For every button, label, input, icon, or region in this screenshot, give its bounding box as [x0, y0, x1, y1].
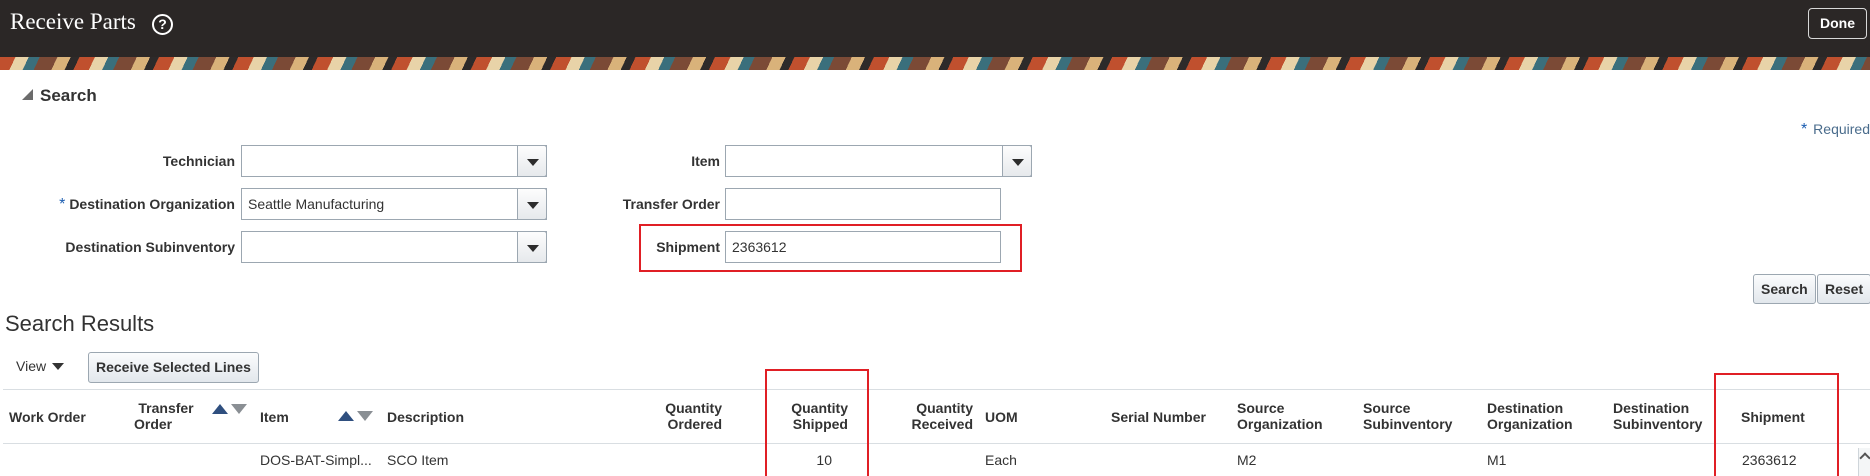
column-header-destination-organization[interactable]: Destination Organization [1487, 400, 1573, 432]
cell-description: SCO Item [387, 452, 449, 468]
column-header-transfer-order[interactable]: Transfer Order [134, 400, 198, 432]
column-header-source-organization[interactable]: Source Organization [1237, 400, 1323, 432]
destination-subinventory-dropdown-button[interactable] [517, 231, 547, 263]
transfer-order-sort-icons[interactable] [212, 402, 247, 416]
column-header-transfer-order-line1: Transfer [138, 400, 194, 416]
search-section-header[interactable]: Search [22, 86, 97, 106]
column-header-quantity-shipped[interactable]: Quantity Shipped [766, 400, 848, 432]
column-header-transfer-order-line2: Order [134, 416, 173, 432]
destination-organization-value: Seattle Manufacturing [248, 196, 385, 212]
view-menu-label: View [16, 358, 47, 374]
column-header-quantity-shipped-line2: Shipped [792, 416, 848, 432]
chevron-down-icon [52, 363, 65, 370]
column-header-source-organization-line2: Organization [1237, 416, 1323, 432]
column-header-serial-number[interactable]: Serial Number [1111, 409, 1206, 425]
destination-subinventory-combobox[interactable] [241, 231, 547, 263]
shipment-label: Shipment [656, 239, 720, 255]
column-header-source-subinventory-line1: Source [1363, 400, 1411, 416]
column-header-destination-subinventory-line1: Destination [1613, 400, 1690, 416]
column-header-quantity-received-line1: Quantity [916, 400, 973, 416]
column-header-quantity-received-line2: Received [911, 416, 973, 432]
cell-quantity-shipped: 10 [816, 452, 832, 468]
destination-organization-label-text: Destination Organization [69, 196, 235, 212]
destination-subinventory-label: Destination Subinventory [65, 239, 235, 255]
sort-descending-icon[interactable] [231, 404, 247, 414]
reset-button[interactable]: Reset [1817, 274, 1870, 304]
column-header-quantity-ordered[interactable]: Quantity Ordered [640, 400, 722, 432]
cell-destination-organization: M1 [1487, 452, 1507, 468]
column-header-quantity-ordered-line1: Quantity [665, 400, 722, 416]
column-header-quantity-ordered-line2: Ordered [667, 416, 722, 432]
sort-ascending-icon[interactable] [338, 411, 354, 421]
column-header-destination-subinventory[interactable]: Destination Subinventory [1613, 400, 1702, 432]
column-header-destination-subinventory-line2: Subinventory [1613, 416, 1703, 432]
column-header-destination-organization-line1: Destination [1487, 400, 1564, 416]
sort-descending-icon[interactable] [357, 411, 373, 421]
column-header-source-organization-line1: Source [1237, 400, 1285, 416]
shipment-input[interactable]: 2363612 [725, 231, 1001, 263]
required-marker: * [1800, 121, 1808, 138]
required-note-text: Required [1813, 121, 1870, 137]
column-header-source-subinventory[interactable]: Source Subinventory [1363, 400, 1452, 432]
search-button[interactable]: Search [1753, 274, 1816, 304]
technician-dropdown-button[interactable] [517, 145, 547, 177]
scroll-up-arrow-icon[interactable] [1858, 448, 1870, 476]
column-header-quantity-shipped-line1: Quantity [791, 400, 848, 416]
column-header-work-order[interactable]: Work Order [9, 409, 86, 425]
column-header-item[interactable]: Item [260, 409, 289, 425]
transfer-order-input[interactable] [725, 188, 1001, 220]
cell-shipment: 2363612 [1742, 452, 1797, 468]
item-label: Item [691, 153, 720, 169]
required-star-icon: * [59, 196, 66, 213]
view-menu[interactable]: View [16, 358, 65, 374]
column-header-description[interactable]: Description [387, 409, 464, 425]
page-header: Receive Parts ? Done [0, 0, 1870, 57]
column-header-destination-organization-line2: Organization [1487, 416, 1573, 432]
table-top-border [3, 389, 1870, 390]
page-title: Receive Parts [10, 9, 136, 34]
cell-source-organization: M2 [1237, 452, 1257, 468]
technician-combobox[interactable] [241, 145, 547, 177]
search-results-title: Search Results [5, 311, 155, 336]
item-combobox[interactable] [725, 145, 1032, 177]
cell-uom: Each [985, 452, 1017, 468]
required-note: * Required [1801, 121, 1870, 139]
item-sort-icons[interactable] [338, 409, 373, 423]
collapse-triangle-icon[interactable] [22, 89, 33, 100]
technician-label: Technician [162, 153, 235, 169]
destination-organization-combobox[interactable]: Seattle Manufacturing [241, 188, 547, 220]
column-header-quantity-received[interactable]: Quantity Received [891, 400, 973, 432]
column-header-source-subinventory-line2: Subinventory [1363, 416, 1453, 432]
receive-selected-lines-button[interactable]: Receive Selected Lines [88, 352, 259, 383]
cell-item: DOS-BAT-Simpl... [260, 452, 372, 468]
column-header-uom[interactable]: UOM [985, 409, 1018, 425]
destination-organization-label: * Destination Organization [59, 196, 235, 214]
decorative-banner [0, 57, 1870, 70]
item-dropdown-button[interactable] [1002, 145, 1032, 177]
transfer-order-label: Transfer Order [622, 196, 720, 212]
done-button[interactable]: Done [1808, 8, 1867, 39]
table-header-border [3, 443, 1870, 444]
destination-organization-dropdown-button[interactable] [517, 188, 547, 220]
question-circle-icon[interactable]: ? [152, 14, 173, 35]
column-header-shipment[interactable]: Shipment [1741, 409, 1805, 425]
search-section-title: Search [40, 86, 97, 105]
sort-ascending-icon[interactable] [212, 404, 228, 414]
